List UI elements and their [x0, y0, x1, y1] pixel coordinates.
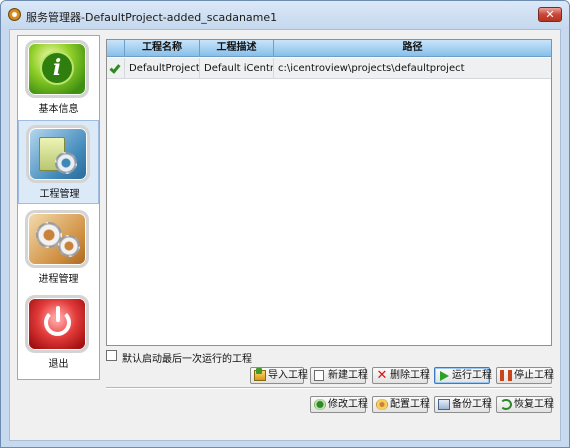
restore-project-button[interactable]: 恢复工程	[496, 396, 554, 413]
delete-project-button[interactable]: ✕ 删除工程	[372, 367, 430, 384]
sidebar-item-label: 基本信息	[38, 104, 79, 115]
import-icon	[254, 368, 266, 381]
modify-project-button[interactable]: 修改工程	[310, 396, 368, 413]
power-icon	[25, 295, 89, 353]
run-project-button[interactable]: 运行工程	[434, 367, 492, 384]
modify-icon	[314, 399, 326, 410]
backup-icon	[438, 399, 450, 410]
sidebar-item-label: 退出	[48, 359, 69, 370]
sidebar-item-project-management[interactable]: 工程管理	[18, 120, 99, 204]
column-header-status[interactable]	[107, 40, 125, 57]
play-icon	[440, 371, 449, 381]
restore-icon	[500, 399, 512, 410]
service-manager-window: 服务管理器-DefaultProject-added_scadaname1 ✕ …	[0, 0, 570, 448]
autostart-label: 默认启动最后一次运行的工程	[122, 354, 252, 365]
column-header-name[interactable]: 工程名称	[125, 40, 200, 57]
column-header-path[interactable]: 路径	[274, 40, 551, 57]
backup-project-button[interactable]: 备份工程	[434, 396, 492, 413]
sidebar-item-label: 进程管理	[38, 274, 79, 285]
gears-icon	[25, 210, 89, 268]
sidebar-item-exit[interactable]: 退出	[18, 291, 99, 375]
delete-x-icon: ✕	[376, 368, 388, 383]
delete-label: 删除工程	[390, 370, 430, 381]
pause-icon	[500, 370, 512, 381]
window-title: 服务管理器-DefaultProject-added_scadaname1	[26, 11, 278, 24]
new-document-icon	[314, 370, 324, 381]
project-table[interactable]: 工程名称 工程描述 路径 DefaultProject Default iCen…	[106, 39, 552, 346]
column-header-description[interactable]: 工程描述	[200, 40, 274, 57]
config-label: 配置工程	[390, 399, 430, 410]
row-name-cell: DefaultProject	[125, 58, 200, 79]
import-project-button[interactable]: 导入工程	[250, 367, 308, 384]
client-area: i 基本信息 工程管理 进程管理 退出 工程名称 工程描述 路径 Default…	[9, 29, 561, 441]
app-icon[interactable]	[8, 8, 21, 21]
close-button[interactable]: ✕	[538, 7, 562, 22]
stop-label: 停止工程	[514, 370, 554, 381]
separator	[106, 387, 552, 389]
table-header: 工程名称 工程描述 路径	[107, 40, 551, 57]
sidebar-item-basic-info[interactable]: i 基本信息	[18, 36, 99, 120]
sidebar-item-label: 工程管理	[39, 189, 80, 200]
restore-label: 恢复工程	[514, 399, 554, 410]
title-bar[interactable]: 服务管理器-DefaultProject-added_scadaname1 ✕	[1, 1, 569, 29]
gear-small-shape	[58, 235, 80, 257]
project-folder-icon	[26, 125, 90, 183]
row-description-cell: Default iCentr...	[200, 58, 274, 79]
sidebar-item-process-management[interactable]: 进程管理	[18, 206, 99, 290]
new-label: 新建工程	[328, 370, 368, 381]
power-bar	[56, 306, 60, 322]
row-status-cell	[107, 58, 125, 79]
import-label: 导入工程	[268, 370, 308, 381]
row-path-cell: c:\icentroview\projects\defaultproject	[278, 63, 465, 74]
table-row[interactable]: DefaultProject Default iCentr... c:\icen…	[107, 58, 551, 79]
sidebar: i 基本信息 工程管理 进程管理 退出	[17, 35, 100, 380]
run-label: 运行工程	[452, 370, 492, 381]
backup-label: 备份工程	[452, 399, 492, 410]
config-project-button[interactable]: 配置工程	[372, 396, 430, 413]
new-project-button[interactable]: 新建工程	[310, 367, 368, 384]
check-icon	[109, 62, 121, 74]
stop-project-button[interactable]: 停止工程	[496, 367, 554, 384]
autostart-checkbox[interactable]	[106, 350, 117, 361]
modify-label: 修改工程	[328, 399, 368, 410]
config-gear-icon	[376, 399, 388, 410]
info-icon: i	[25, 40, 89, 98]
info-glyph: i	[42, 53, 72, 83]
gear-shape	[55, 152, 77, 174]
